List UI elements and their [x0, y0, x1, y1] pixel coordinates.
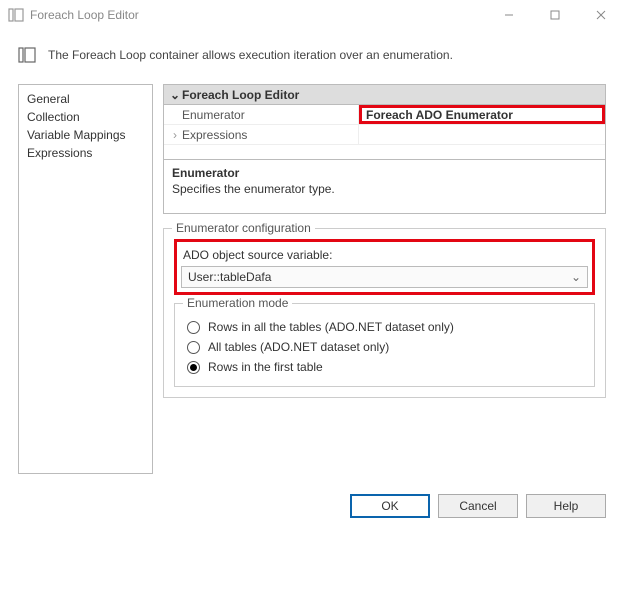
property-value-enumerator[interactable]: Foreach ADO Enumerator [359, 105, 605, 124]
property-grid-header[interactable]: ⌄ Foreach Loop Editor [164, 85, 605, 105]
combo-value: User::tableDafa [188, 270, 271, 284]
property-grid: ⌄ Foreach Loop Editor Enumerator Foreach… [163, 84, 606, 214]
window-buttons [486, 0, 624, 30]
cancel-button[interactable]: Cancel [438, 494, 518, 518]
ok-button[interactable]: OK [350, 494, 430, 518]
ado-source-label: ADO object source variable: [183, 248, 588, 262]
radio-label: Rows in all the tables (ADO.NET dataset … [208, 320, 454, 334]
chevron-down-icon: ⌄ [168, 88, 182, 102]
property-row-expressions[interactable]: › Expressions [164, 125, 605, 145]
radio-icon [187, 361, 200, 374]
radio-label: All tables (ADO.NET dataset only) [208, 340, 389, 354]
foreach-loop-icon [18, 46, 36, 64]
sidebar-item-variable-mappings[interactable]: Variable Mappings [27, 127, 144, 143]
radio-rows-all-tables[interactable]: Rows in all the tables (ADO.NET dataset … [187, 320, 582, 334]
foreach-loop-icon [8, 7, 24, 23]
sidebar-item-expressions[interactable]: Expressions [27, 145, 144, 161]
property-grid-title: Foreach Loop Editor [182, 88, 299, 102]
dialog-buttons: OK Cancel Help [0, 474, 624, 538]
window-title: Foreach Loop Editor [30, 8, 486, 22]
description-row: The Foreach Loop container allows execut… [0, 30, 624, 84]
ado-source-block: ADO object source variable: User::tableD… [174, 239, 595, 295]
minimize-button[interactable] [486, 0, 532, 30]
radio-all-tables[interactable]: All tables (ADO.NET dataset only) [187, 340, 582, 354]
property-label: Enumerator [164, 105, 359, 124]
enumeration-mode-group: Enumeration mode Rows in all the tables … [174, 303, 595, 387]
description-text: The Foreach Loop container allows execut… [48, 48, 453, 62]
sidebar: General Collection Variable Mappings Exp… [18, 84, 153, 474]
content-panel: ⌄ Foreach Loop Editor Enumerator Foreach… [163, 84, 606, 474]
chevron-right-icon: › [168, 128, 182, 142]
property-value-expressions[interactable] [359, 125, 605, 144]
help-button[interactable]: Help [526, 494, 606, 518]
property-help: Enumerator Specifies the enumerator type… [164, 159, 605, 213]
group-legend: Enumerator configuration [172, 221, 315, 235]
sidebar-item-general[interactable]: General [27, 91, 144, 107]
titlebar: Foreach Loop Editor [0, 0, 624, 30]
property-help-title: Enumerator [172, 166, 597, 180]
property-label: › Expressions [164, 125, 359, 144]
ado-source-combobox[interactable]: User::tableDafa ⌄ [181, 266, 588, 288]
maximize-button[interactable] [532, 0, 578, 30]
chevron-down-icon: ⌄ [571, 270, 581, 284]
radio-label: Rows in the first table [208, 360, 323, 374]
sidebar-item-collection[interactable]: Collection [27, 109, 144, 125]
enumerator-config-group: Enumerator configuration ADO object sour… [163, 228, 606, 398]
property-help-text: Specifies the enumerator type. [172, 182, 597, 196]
property-row-enumerator[interactable]: Enumerator Foreach ADO Enumerator [164, 105, 605, 125]
group-legend: Enumeration mode [183, 296, 292, 310]
radio-icon [187, 321, 200, 334]
radio-icon [187, 341, 200, 354]
radio-rows-first-table[interactable]: Rows in the first table [187, 360, 582, 374]
close-button[interactable] [578, 0, 624, 30]
